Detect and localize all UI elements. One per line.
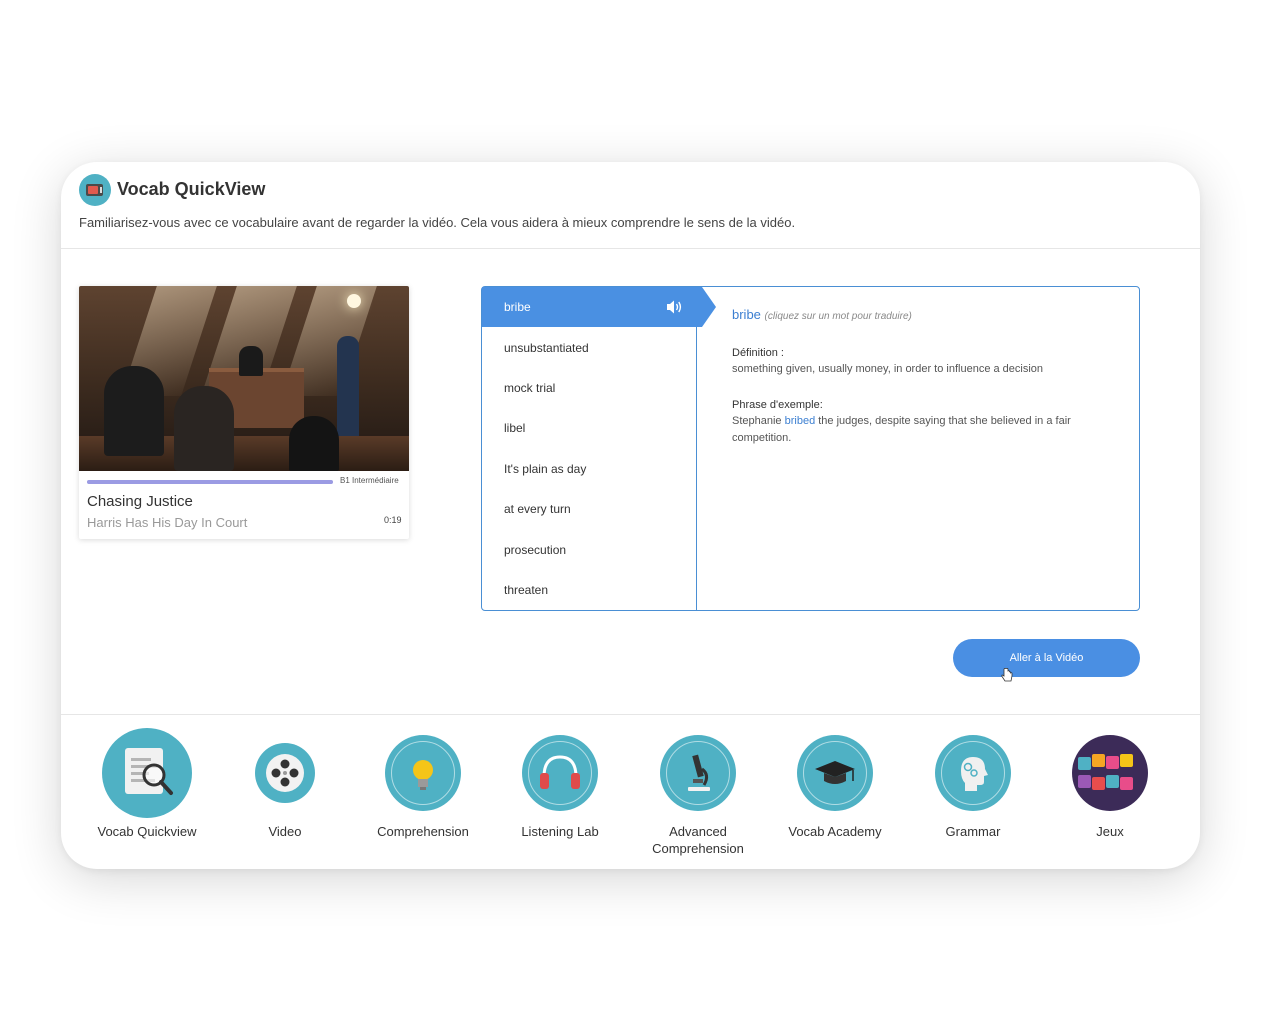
definition-label: Définition : xyxy=(732,347,784,359)
vocab-quickview-card: Vocab QuickView Familiarisez-vous avec c… xyxy=(61,162,1200,869)
video-progress-bar xyxy=(87,480,333,484)
word-detail: bribe (cliquez sur un mot pour traduire)… xyxy=(732,287,1122,607)
video-thumbnail[interactable] xyxy=(79,286,409,471)
word-item[interactable]: at every turn xyxy=(482,489,697,529)
word-item-bribe[interactable]: bribe xyxy=(482,287,716,327)
translate-hint: (cliquez sur un mot pour traduire) xyxy=(764,311,912,322)
headphones-icon xyxy=(522,735,598,811)
nav-label: Grammar xyxy=(945,824,1001,839)
document-search-icon xyxy=(102,728,192,818)
activity-nav: Vocab Quickview Video Comprehension List… xyxy=(61,714,1200,869)
video-progress-fill xyxy=(87,480,333,484)
nav-label: Vocab Quickview xyxy=(97,824,197,839)
word-item[interactable]: unsubstantiated xyxy=(482,328,697,368)
tv-logo-icon xyxy=(79,174,111,206)
video-title: Chasing Justice xyxy=(87,493,193,510)
nav-label: Video xyxy=(268,824,302,839)
word-item[interactable]: It's plain as day xyxy=(482,449,697,489)
nav-label: Vocab Academy xyxy=(788,824,882,839)
word-item[interactable]: libel xyxy=(482,408,697,448)
word-list: bribe unsubstantiated mock trial libel I… xyxy=(482,287,716,610)
video-card[interactable]: B1 Intermédiaire Chasing Justice Harris … xyxy=(79,286,409,539)
vocab-panel: bribe unsubstantiated mock trial libel I… xyxy=(481,286,1140,611)
microscope-icon xyxy=(660,735,736,811)
go-to-video-button[interactable]: Aller à la Vidéo xyxy=(953,639,1140,677)
game-zone-icon xyxy=(1072,735,1148,811)
video-duration: 0:19 xyxy=(384,515,402,525)
word-item[interactable]: threaten xyxy=(482,570,697,610)
page-subtitle: Familiarisez-vous avec ce vocabulaire av… xyxy=(79,215,796,230)
head-gears-icon xyxy=(935,735,1011,811)
word-label: bribe xyxy=(504,300,531,314)
word-item[interactable]: prosecution xyxy=(482,530,697,570)
nav-label: Advanced Comprehension xyxy=(652,824,744,856)
graduation-cap-icon xyxy=(797,735,873,811)
page-title: Vocab QuickView xyxy=(117,179,266,199)
example-before: Stephanie xyxy=(732,415,785,427)
selected-word[interactable]: bribe (cliquez sur un mot pour traduire) xyxy=(732,307,912,322)
definition-text: something given, usually money, in order… xyxy=(732,363,1044,375)
nav-label: Comprehension xyxy=(377,824,469,839)
nav-label: Listening Lab xyxy=(521,824,599,839)
word-item[interactable]: mock trial xyxy=(482,368,697,408)
example-sentence: Stephanie bribed the judges, despite say… xyxy=(732,413,1092,447)
selected-word-text[interactable]: bribe xyxy=(732,307,761,322)
speaker-icon[interactable] xyxy=(666,299,684,315)
lightbulb-icon xyxy=(385,735,461,811)
film-reel-icon xyxy=(255,743,315,803)
video-subtitle: Harris Has His Day In Court xyxy=(87,515,248,530)
hand-cursor-icon xyxy=(1001,668,1013,682)
example-highlight: bribed xyxy=(784,415,816,427)
header: Vocab QuickView Familiarisez-vous avec c… xyxy=(61,162,1200,249)
level-badge: B1 Intermédiaire xyxy=(340,476,399,485)
example-label: Phrase d'exemple: xyxy=(732,399,823,411)
nav-label: Jeux xyxy=(1096,824,1124,839)
